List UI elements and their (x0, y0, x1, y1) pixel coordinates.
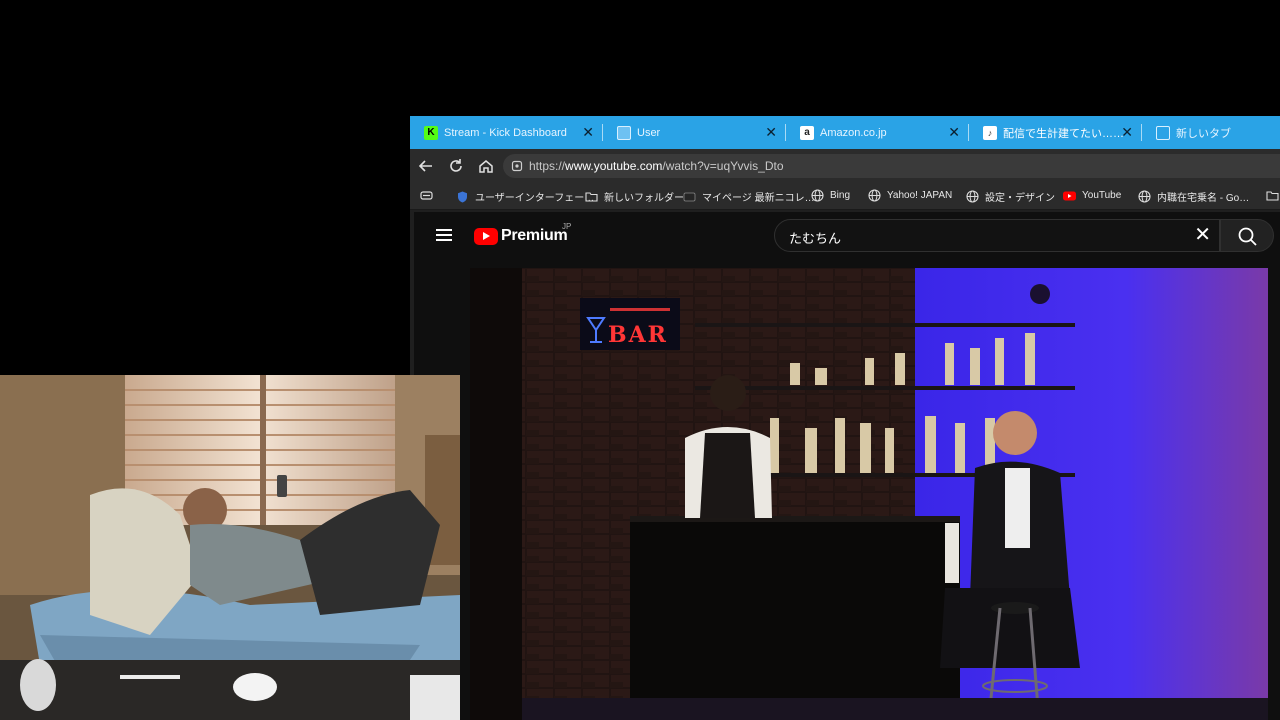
home-button[interactable] (477, 157, 495, 175)
bookmark-label: ユーザーインターフェー… (475, 193, 595, 204)
back-arrow-icon (418, 160, 432, 172)
globe-icon (868, 189, 881, 202)
youtube-icon (1063, 189, 1076, 202)
search-input[interactable]: たむちん ✕ (774, 219, 1220, 252)
reload-button[interactable] (447, 157, 465, 175)
bookmark-label: 設定・デザイン (985, 193, 1055, 204)
bookmark-label: Yahoo! JAPAN (887, 190, 953, 201)
search-icon (1238, 227, 1257, 246)
youtube-page: Premium JP たむちん ✕ BAR (414, 212, 1280, 720)
url-text: https://www.youtube.com/watch?v=uqYvvis_… (529, 159, 784, 173)
bookmark-label: 新しいフォルダー (604, 193, 684, 204)
region-label: JP (562, 222, 572, 231)
youtube-play-icon (474, 227, 498, 245)
bookmark-label: YouTube (1082, 190, 1122, 201)
tab-user[interactable]: User ✕ (603, 116, 785, 149)
site-info-icon[interactable] (511, 160, 523, 172)
tab-amazon[interactable]: a Amazon.co.jp ✕ (786, 116, 968, 149)
new-tab-icon (1156, 125, 1170, 140)
home-icon (479, 160, 493, 173)
close-tab-icon[interactable]: ✕ (1121, 125, 1133, 139)
tab-active-video[interactable]: ♪ 配信で生計建てたい…わかってん ✕ (969, 116, 1141, 149)
video-player[interactable]: BAR (470, 268, 1268, 720)
video-frame: BAR (470, 268, 1268, 720)
globe-icon (1138, 190, 1151, 203)
bookmark-label: 内職在宅乗名 - Go… (1157, 193, 1250, 204)
logo-text: Premium (501, 227, 568, 244)
folder-icon (585, 190, 598, 203)
browser-window: K Stream - Kick Dashboard ✕ User ✕ a Ama… (410, 116, 1280, 720)
url-scheme: https:// (529, 159, 566, 173)
bookmark-label: マイページ 最新ニコレ… (702, 193, 815, 204)
url-domain: www.youtube.com (565, 159, 663, 173)
bookmark-item[interactable]: 設定・デザイン (966, 189, 1055, 204)
bookmark-item[interactable]: マイページ 最新ニコレ… (683, 189, 815, 204)
tab-title: User (637, 126, 661, 139)
globe-icon (966, 190, 979, 203)
youtube-premium-logo[interactable]: Premium JP (474, 222, 571, 248)
bookmark-item[interactable]: 内職在宅乗名 - Go… (1138, 189, 1249, 204)
close-tab-icon[interactable]: ✕ (765, 125, 777, 139)
reload-icon (450, 159, 462, 172)
bookmark-item[interactable]: Bing (811, 189, 850, 202)
tab-title: 配信で生計建てたい…わかってん (1003, 127, 1133, 140)
tab-title: Amazon.co.jp (820, 126, 887, 139)
youtube-header: Premium JP たむちん ✕ (414, 212, 1280, 264)
search-button[interactable] (1220, 219, 1274, 252)
folder-icon (1266, 189, 1279, 202)
back-button[interactable] (417, 157, 435, 175)
amazon-icon: a (800, 125, 814, 140)
url-path: /watch?v=uqYvvis_Dto (662, 159, 784, 173)
webcam-overlay (0, 375, 460, 720)
search-query: たむちん (789, 231, 842, 246)
bookmark-item[interactable]: ユーザーインターフェー… (456, 189, 594, 204)
bar-sign: BAR (608, 322, 668, 348)
audio-page-icon: ♪ (983, 125, 997, 140)
bookmark-item[interactable]: Yahoo! JAPAN (868, 189, 952, 202)
tab-bar: K Stream - Kick Dashboard ✕ User ✕ a Ama… (410, 116, 1280, 149)
tab-new-tab[interactable]: 新しいタブ (1142, 116, 1280, 149)
user-page-icon (617, 125, 631, 140)
screen: K Stream - Kick Dashboard ✕ User ✕ a Ama… (0, 0, 1280, 720)
bookmark-folder[interactable]: 新しいフォルダー (585, 189, 684, 204)
tab-title: 新しいタブ (1176, 127, 1231, 140)
webcam-feed (0, 375, 460, 720)
bookmarks-menu-button[interactable] (420, 189, 433, 202)
tab-title: Stream - Kick Dashboard (444, 126, 567, 139)
bookmarks-bar: ユーザーインターフェー… 新しいフォルダー マイページ 最新ニコレ… Bing … (410, 183, 1280, 210)
shield-icon (456, 190, 469, 203)
menu-icon[interactable] (436, 229, 452, 241)
close-tab-icon[interactable]: ✕ (948, 125, 960, 139)
close-tab-icon[interactable]: ✕ (582, 125, 594, 139)
kick-icon: K (424, 125, 438, 140)
navigation-bar: https://www.youtube.com/watch?v=uqYvvis_… (410, 149, 1280, 183)
tab-kick-dashboard[interactable]: K Stream - Kick Dashboard ✕ (410, 116, 602, 149)
bookmarks-menu-icon (420, 191, 433, 200)
address-bar[interactable]: https://www.youtube.com/watch?v=uqYvvis_… (503, 154, 1280, 178)
clear-search-icon[interactable]: ✕ (1194, 225, 1211, 245)
bookmark-folder[interactable] (1266, 189, 1280, 202)
bookmark-label: Bing (830, 190, 851, 201)
globe-icon (811, 189, 824, 202)
bookmark-item[interactable]: YouTube (1063, 189, 1121, 202)
niconico-icon (683, 190, 696, 203)
